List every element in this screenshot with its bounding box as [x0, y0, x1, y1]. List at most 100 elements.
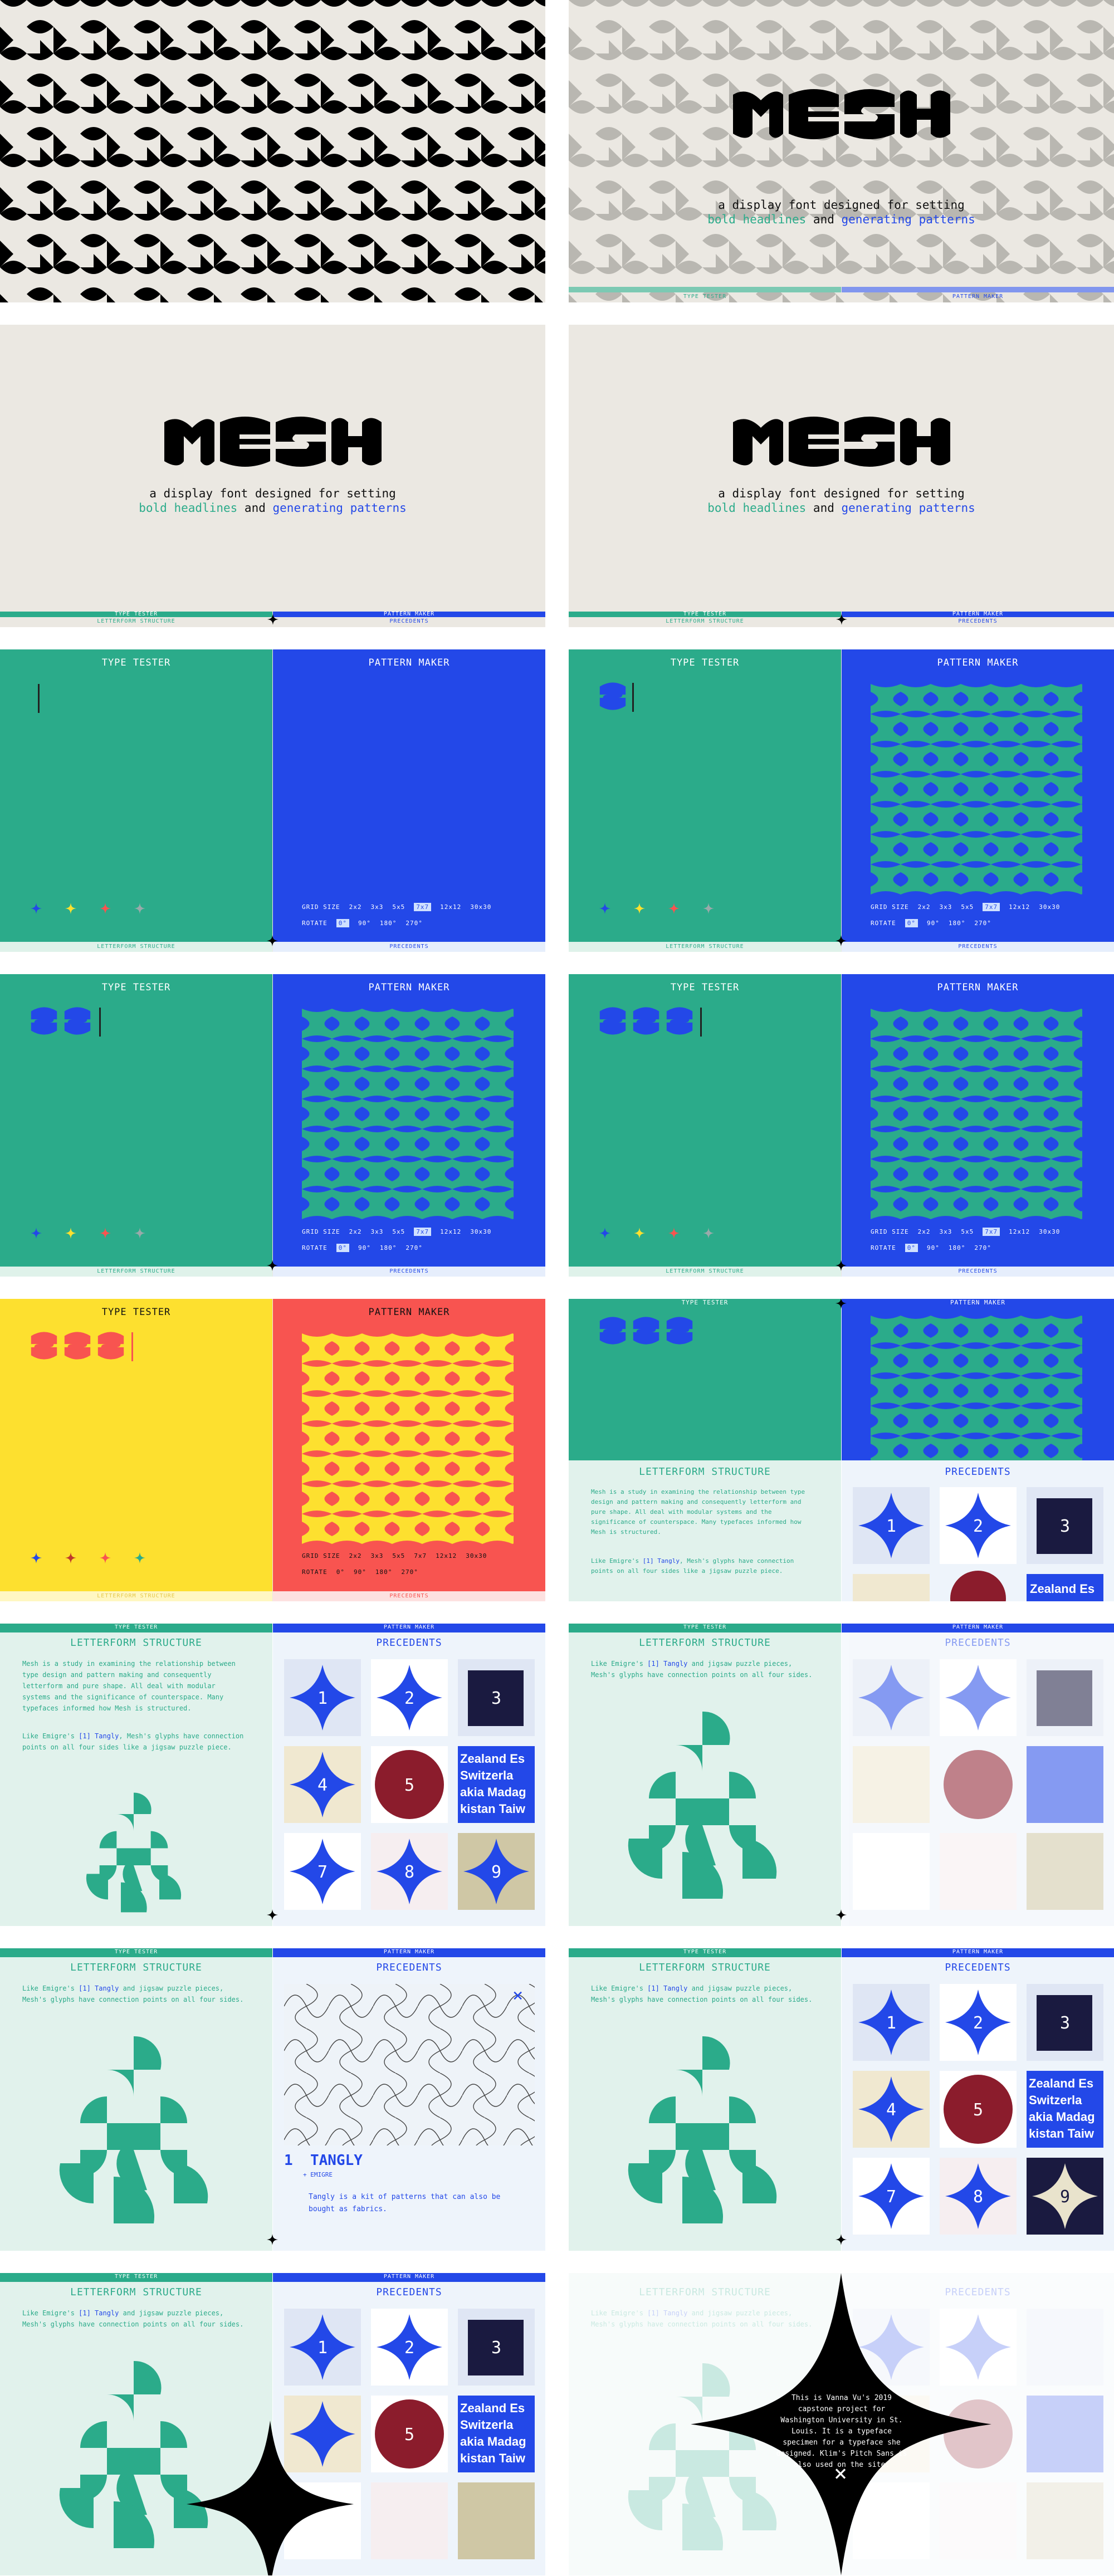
sparkle-icon[interactable]: [267, 614, 278, 625]
sparkle-icon[interactable]: [267, 1909, 278, 1920]
sparkle-icon[interactable]: [836, 2234, 847, 2245]
grid-12x12-button[interactable]: 12x12: [436, 1552, 457, 1560]
sparkle-icon-red[interactable]: [100, 903, 111, 914]
precedent-thumbnails[interactable]: [853, 1659, 1103, 1921]
type-tester-area[interactable]: TYPE TESTER: [569, 1299, 841, 1460]
sparkle-icon[interactable]: [836, 1299, 847, 1309]
rotate-180-button[interactable]: 180°: [380, 920, 397, 927]
grid-3x3-button[interactable]: 3x3: [370, 1228, 383, 1235]
rotate-270-button[interactable]: 270°: [974, 1244, 991, 1252]
nav-type-tester[interactable]: TYPE TESTER: [0, 1624, 272, 1630]
grid-2x2-button[interactable]: 2x2: [918, 1228, 931, 1235]
grid-5x5-button[interactable]: 5x5: [392, 903, 405, 911]
rotate-270-button[interactable]: 270°: [974, 920, 991, 927]
generated-pattern[interactable]: [302, 1009, 514, 1219]
sparkle-icon-red[interactable]: [65, 1552, 76, 1563]
grid-12x12-button[interactable]: 12x12: [440, 1228, 461, 1235]
close-icon[interactable]: ×: [834, 2462, 847, 2485]
rotate-90-button[interactable]: 90°: [927, 920, 940, 927]
sparkle-icon[interactable]: [836, 935, 847, 946]
grid-7x7-button[interactable]: 7x7: [414, 1552, 427, 1560]
grid-7x7-button[interactable]: 7x7: [414, 903, 432, 911]
grid-7x7-button[interactable]: 7x7: [983, 1228, 1000, 1236]
grid-2x2-button[interactable]: 2x2: [918, 903, 931, 911]
sparkle-icon-blue[interactable]: [599, 1228, 610, 1239]
generated-pattern[interactable]: [302, 1333, 514, 1544]
grid-7x7-button[interactable]: 7x7: [983, 903, 1000, 911]
sparkle-icon-blue[interactable]: [599, 903, 610, 914]
grid-30x30-button[interactable]: 30x30: [466, 1552, 487, 1560]
sparkle-icon[interactable]: [267, 935, 278, 946]
generated-pattern[interactable]: [871, 684, 1082, 894]
generated-pattern[interactable]: [871, 1009, 1082, 1219]
rotate-270-button[interactable]: 270°: [405, 1244, 423, 1252]
nav-precedents[interactable]: PRECEDENTS: [273, 1268, 545, 1274]
nav-pattern-maker[interactable]: PATTERN MAKER: [842, 611, 1114, 617]
rotate-0-button[interactable]: 0°: [336, 1244, 349, 1252]
sparkle-icon[interactable]: [836, 1260, 847, 1271]
rotate-0-button[interactable]: 0°: [905, 1244, 918, 1252]
rotate-270-button[interactable]: 270°: [401, 1568, 418, 1576]
grid-3x3-button[interactable]: 3x3: [939, 903, 952, 911]
sparkle-icon-grey[interactable]: [134, 1228, 145, 1239]
nav-type-tester[interactable]: TYPE TESTER: [569, 294, 841, 300]
grid-5x5-button[interactable]: 5x5: [961, 903, 974, 911]
sparkle-icon-red[interactable]: [668, 903, 680, 914]
nav-precedents[interactable]: PRECEDENTS: [842, 944, 1114, 950]
sparkle-icon-coral[interactable]: [100, 1552, 111, 1563]
sparkle-icon[interactable]: [836, 1909, 847, 1920]
nav-pattern-maker[interactable]: PATTERN MAKER: [273, 1624, 545, 1630]
nav-letterform-structure[interactable]: LETTERFORM STRUCTURE: [569, 944, 841, 950]
grid-5x5-button[interactable]: 5x5: [392, 1552, 405, 1560]
rotate-90-button[interactable]: 90°: [354, 1568, 367, 1576]
sparkle-icon-blue[interactable]: [31, 1228, 42, 1239]
nav-type-tester[interactable]: TYPE TESTER: [0, 1949, 272, 1955]
nav-type-tester[interactable]: TYPE TESTER: [569, 611, 841, 617]
tangly-link[interactable]: [1] Tangly: [79, 2309, 119, 2317]
type-tester-area[interactable]: TYPE TESTER: [0, 649, 272, 952]
sparkle-icon-grey[interactable]: [703, 1228, 714, 1239]
grid-2x2-button[interactable]: 2x2: [349, 1228, 362, 1235]
grid-3x3-button[interactable]: 3x3: [370, 903, 383, 911]
sparkle-icon[interactable]: [267, 1260, 278, 1271]
nav-pattern-maker[interactable]: PATTERN MAKER: [842, 1624, 1114, 1630]
sparkle-icon-green[interactable]: [134, 1552, 145, 1563]
rotate-0-button[interactable]: 0°: [336, 919, 349, 927]
grid-12x12-button[interactable]: 12x12: [1009, 1228, 1030, 1235]
sparkle-icon-yellow[interactable]: [65, 903, 76, 914]
sparkle-icon[interactable]: [267, 2234, 278, 2245]
rotate-180-button[interactable]: 180°: [949, 1244, 966, 1252]
tangly-link[interactable]: [1] Tangly: [647, 1984, 687, 1992]
tangly-link[interactable]: [1] Tangly: [79, 1984, 119, 1992]
nav-letterform-structure[interactable]: LETTERFORM STRUCTURE: [569, 1268, 841, 1274]
nav-precedents[interactable]: PRECEDENTS: [273, 1593, 545, 1599]
grid-30x30-button[interactable]: 30x30: [1039, 1228, 1060, 1235]
grid-30x30-button[interactable]: 30x30: [470, 1228, 491, 1235]
tangly-link[interactable]: [1] Tangly: [647, 1660, 687, 1668]
precedent-thumbnails[interactable]: 1 2 3 4 5 Zealand Es Switzerla akia Madag k…: [284, 1659, 535, 1921]
type-tester-area[interactable]: TYPE TESTER: [569, 974, 841, 1277]
grid-3x3-button[interactable]: 3x3: [939, 1228, 952, 1235]
grid-12x12-button[interactable]: 12x12: [1009, 903, 1030, 911]
rotate-90-button[interactable]: 90°: [358, 1244, 371, 1252]
nav-type-tester[interactable]: TYPE TESTER: [0, 2274, 272, 2280]
grid-2x2-button[interactable]: 2x2: [349, 903, 362, 911]
rotate-0-button[interactable]: 0°: [905, 919, 918, 927]
nav-letterform-structure[interactable]: LETTERFORM STRUCTURE: [0, 1268, 272, 1274]
type-tester-area[interactable]: TYPE TESTER: [569, 649, 841, 952]
sparkle-icon-grey[interactable]: [134, 903, 145, 914]
sparkle-icon-yellow[interactable]: [634, 903, 645, 914]
rotate-270-button[interactable]: 270°: [405, 920, 423, 927]
nav-type-tester[interactable]: TYPE TESTER: [569, 1624, 841, 1630]
sparkle-icon-yellow[interactable]: [65, 1228, 76, 1239]
grid-30x30-button[interactable]: 30x30: [470, 903, 491, 911]
nav-precedents[interactable]: PRECEDENTS: [273, 944, 545, 950]
nav-letterform-structure[interactable]: LETTERFORM STRUCTURE: [0, 618, 272, 624]
sparkle-icon-blue[interactable]: [31, 1552, 42, 1563]
grid-5x5-button[interactable]: 5x5: [392, 1228, 405, 1235]
precedent-thumbnails[interactable]: 1 2 3 4 5 Zealand Es Switzerla akia Madag k…: [853, 1984, 1103, 2246]
sparkle-icon-blue[interactable]: [31, 903, 42, 914]
sparkle-icon-red[interactable]: [668, 1228, 680, 1239]
rotate-180-button[interactable]: 180°: [949, 920, 966, 927]
grid-12x12-button[interactable]: 12x12: [440, 903, 461, 911]
